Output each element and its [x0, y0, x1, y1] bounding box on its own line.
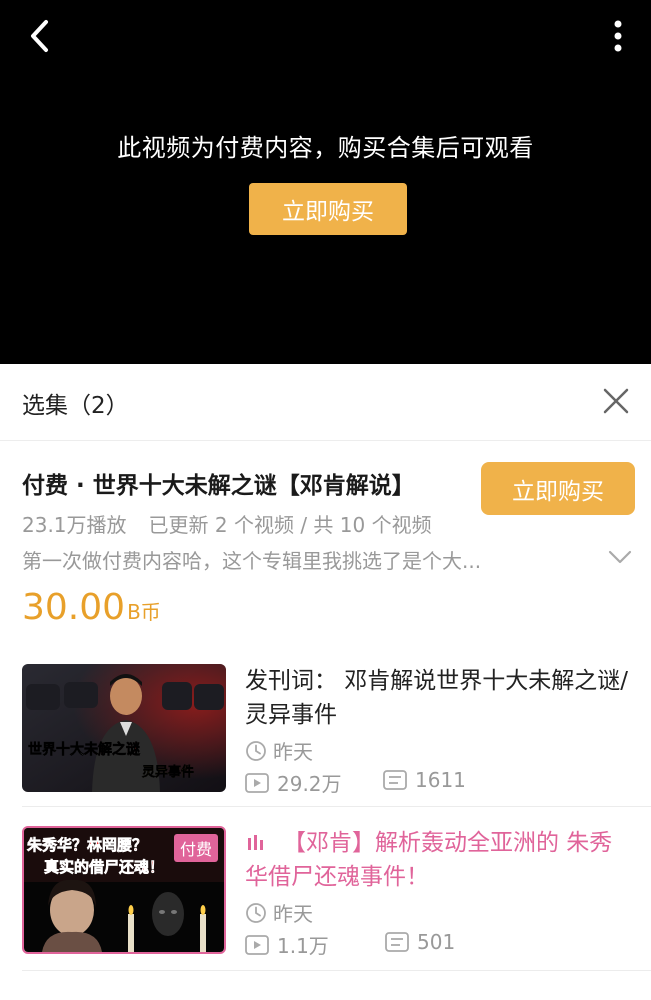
episode-thumbnail: 世界十大未解之谜 灵异事件	[22, 664, 226, 792]
episode-item-active[interactable]: 朱秀华？林罔腰？ 真实的借尸还魂！ 付费 【邓肯】解析轰动全亚洲的 朱秀华借尸还…	[0, 826, 651, 968]
more-vertical-icon	[614, 20, 622, 52]
date-text: 昨天	[273, 902, 313, 926]
episode-date: 昨天	[245, 898, 313, 927]
danmaku-icon	[385, 932, 409, 952]
play-count: 23.1万播放	[22, 513, 127, 537]
view-count: 1.1万	[277, 934, 329, 958]
more-options-button[interactable]	[603, 14, 633, 58]
comment-count: 1611	[415, 768, 466, 792]
episode-panel-header: 选集（2）	[0, 364, 651, 441]
svg-text:真实的借尸还魂！: 真实的借尸还魂！	[44, 858, 164, 876]
comment-count: 501	[417, 930, 456, 954]
divider	[22, 806, 651, 807]
clock-icon	[246, 740, 266, 761]
play-count-icon	[245, 934, 269, 955]
update-status: 已更新 2 个视频 / 共 10 个视频	[148, 513, 432, 537]
close-icon	[603, 388, 629, 414]
episode-title: 发刊词： 邓肯解说世界十大未解之谜/灵异事件	[245, 668, 629, 728]
divider	[22, 970, 651, 971]
price-value: 30.00	[22, 587, 126, 628]
buy-now-button[interactable]: 立即购买	[249, 183, 407, 235]
panel-title: 选集（2）	[22, 393, 129, 419]
collection-stats: 23.1万播放 已更新 2 个视频 / 共 10 个视频	[22, 509, 432, 538]
paywall-message: 此视频为付费内容，购买合集后可观看	[117, 134, 534, 162]
date-text: 昨天	[273, 740, 313, 764]
svg-text:世界十大未解之谜: 世界十大未解之谜	[28, 741, 141, 758]
paid-badge: 付费	[173, 834, 218, 862]
clock-icon	[246, 902, 266, 923]
episode-thumbnail: 朱秀华？林罔腰？ 真实的借尸还魂！ 付费	[22, 826, 226, 954]
play-count-icon	[245, 772, 269, 793]
price-unit: B币	[127, 600, 161, 624]
chevron-left-icon	[31, 20, 48, 52]
close-button[interactable]	[601, 386, 631, 416]
expand-button[interactable]	[606, 545, 634, 569]
collection-title: 付费 · 世界十大未解之谜【邓肯解说】	[22, 473, 415, 499]
episode-title-active: 【邓肯】解析轰动全亚洲的 朱秀华借尸还魂事件！	[245, 830, 613, 890]
price: 30.00 B币	[22, 587, 161, 628]
back-button[interactable]	[18, 14, 62, 58]
episode-date: 昨天	[245, 736, 313, 765]
view-count: 29.2万	[277, 772, 342, 796]
svg-text:灵异事件: 灵异事件	[142, 764, 194, 780]
danmaku-icon	[383, 770, 407, 790]
collection-description: 第一次做付费内容哈，这个专辑里我挑选了是个大...	[22, 549, 482, 573]
chevron-down-icon	[608, 550, 632, 564]
episode-item[interactable]: 世界十大未解之谜 灵异事件 发刊词： 邓肯解说世界十大未解之谜/灵异事件 昨天 …	[0, 664, 651, 806]
now-playing-icon	[248, 835, 263, 850]
video-player[interactable]: 此视频为付费内容，购买合集后可观看 立即购买	[0, 0, 651, 364]
svg-text:朱秀华？林罔腰？: 朱秀华？林罔腰？	[27, 836, 147, 854]
buy-collection-button[interactable]: 立即购买	[481, 462, 635, 515]
